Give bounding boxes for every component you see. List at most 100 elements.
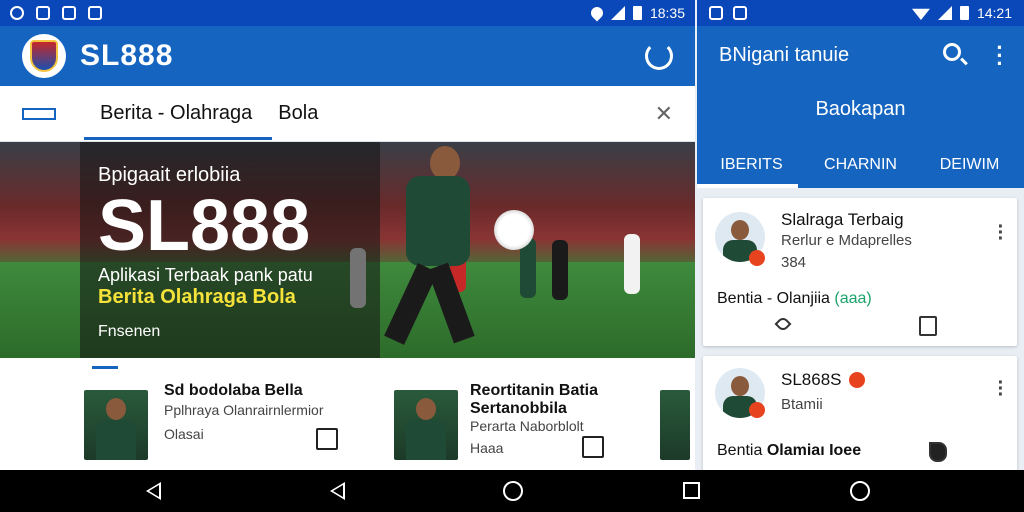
status-time: 14:21 bbox=[976, 5, 1012, 21]
status-bar: 18:35 bbox=[0, 0, 695, 26]
notification-icon bbox=[36, 6, 50, 20]
notification-icon bbox=[709, 6, 723, 20]
post-footer-tag: Olamiaı Ioee bbox=[766, 442, 862, 459]
post-footer: Bentia Olamiaı Ioee bbox=[717, 442, 861, 460]
player-head bbox=[430, 146, 460, 180]
tab-bola[interactable]: Bola bbox=[278, 102, 318, 125]
player-torso bbox=[406, 176, 470, 266]
post-subtitle: Btamii bbox=[781, 396, 823, 413]
section-title: BNigani tanuie bbox=[719, 44, 850, 66]
hero-subtitle: Bpigaait erlobiia bbox=[98, 164, 241, 186]
notification-icon bbox=[88, 6, 102, 20]
comment-icon[interactable] bbox=[316, 428, 338, 450]
post-meta: 384 bbox=[781, 254, 807, 271]
club-badge-icon bbox=[749, 402, 765, 418]
menu-icon[interactable] bbox=[22, 107, 56, 120]
news-thumbnail bbox=[84, 390, 148, 460]
screen: 18:35 SL888 Berita - Olahraga Bola ✕ Bpi… bbox=[0, 0, 1024, 512]
battery-icon bbox=[959, 6, 969, 20]
news-meta: Olasai bbox=[164, 426, 204, 442]
app-bar: SL888 bbox=[0, 26, 695, 86]
category-tabs: Berita - Olahraga Bola ✕ bbox=[0, 86, 695, 142]
post-footer-text: Bentia bbox=[717, 442, 763, 459]
news-title: Sd bodolaba Bella bbox=[164, 382, 303, 399]
news-subtitle: Pplhraya Olanrairnlermior bbox=[164, 402, 324, 418]
share-icon[interactable] bbox=[919, 316, 937, 336]
section-subtitle: Baokapan bbox=[815, 98, 906, 120]
app-title: SL888 bbox=[80, 39, 174, 72]
more-icon[interactable]: · · · bbox=[997, 373, 1005, 405]
post-card[interactable]: SL868S Btamii · · · Bentia Olamiaı Ioee bbox=[703, 356, 1017, 470]
back-icon[interactable] bbox=[146, 482, 161, 500]
tab-berita-olahraga[interactable]: Berita - Olahraga bbox=[100, 102, 252, 125]
battery-icon bbox=[632, 6, 642, 20]
news-subtitle: Perarta Naborblolt bbox=[470, 418, 584, 434]
location-icon bbox=[588, 4, 606, 22]
background-player bbox=[552, 240, 568, 300]
hero-description: Aplikasi Terbaak pank patu bbox=[98, 265, 313, 285]
hero-overlay: Bpigaait erlobiia SL888 Aplikasi Terbaak… bbox=[80, 142, 380, 358]
active-tab-indicator bbox=[84, 137, 272, 140]
message-icon[interactable] bbox=[929, 442, 947, 462]
back-icon[interactable] bbox=[330, 482, 345, 500]
search-icon[interactable] bbox=[943, 43, 961, 61]
notification-icon bbox=[10, 6, 24, 20]
news-thumbnail-partial[interactable] bbox=[660, 390, 690, 460]
thumb-face bbox=[416, 398, 436, 420]
home-icon[interactable] bbox=[850, 481, 870, 501]
status-right: 14:21 bbox=[911, 5, 1012, 21]
verified-badge-icon bbox=[849, 372, 865, 388]
news-meta: Haaa bbox=[470, 440, 504, 456]
home-icon[interactable] bbox=[503, 481, 523, 501]
hero-title: SL888 bbox=[98, 186, 311, 266]
club-badge-icon bbox=[749, 250, 765, 266]
post-footer-tag: (aaa) bbox=[834, 290, 872, 307]
status-bar: 14:21 bbox=[697, 0, 1024, 26]
active-tab-indicator bbox=[697, 184, 798, 188]
refresh-icon[interactable] bbox=[645, 42, 673, 70]
news-title-line2: Sertanobbila bbox=[470, 400, 567, 417]
post-footer: Bentia - Olanjiia (aaa) bbox=[717, 290, 872, 308]
tab-iberits[interactable]: IBERITS bbox=[697, 150, 806, 188]
wifi-icon bbox=[911, 8, 930, 20]
message-icon[interactable] bbox=[582, 436, 604, 458]
carousel-indicator bbox=[92, 366, 118, 369]
post-card[interactable]: Slalraga Terbaig Rerlur e Mdaprelles 384… bbox=[703, 198, 1017, 346]
right-pane: 14:21 BNigani tanuie · · · Baokapan IBERIT… bbox=[697, 0, 1024, 470]
news-list: Sd bodolaba Bella Pplhraya Olanrairnlerm… bbox=[0, 366, 695, 470]
status-time: 18:35 bbox=[649, 5, 685, 21]
post-title: SL868S bbox=[781, 370, 842, 389]
news-title: Reortitanin Batia bbox=[470, 382, 599, 399]
tab-deiwim[interactable]: DEIWIM bbox=[915, 150, 1024, 188]
post-footer-text: Bentia - Olanjiia bbox=[717, 290, 830, 307]
like-icon[interactable] bbox=[774, 315, 792, 333]
background-player bbox=[624, 234, 640, 294]
signal-icon bbox=[937, 6, 952, 20]
more-icon[interactable]: · · · bbox=[995, 37, 1005, 75]
post-subtitle: Rerlur e Mdaprelles bbox=[781, 232, 912, 249]
news-thumbnail bbox=[394, 390, 458, 460]
system-nav-bar bbox=[0, 470, 1024, 512]
hero-banner[interactable]: Bpigaait erlobiia SL888 Aplikasi Terbaak… bbox=[0, 142, 695, 358]
thumb-face bbox=[106, 398, 126, 420]
avatar-face bbox=[731, 220, 749, 240]
post-title: Slalraga Terbaig bbox=[781, 210, 904, 229]
tab-charnin[interactable]: CHARNIN bbox=[806, 150, 915, 188]
section-tabs: IBERITS CHARNIN DEIWIM bbox=[697, 150, 1024, 188]
player-leg bbox=[427, 262, 475, 344]
status-right: 18:35 bbox=[588, 4, 685, 22]
close-icon[interactable]: ✕ bbox=[655, 101, 673, 127]
section-header: BNigani tanuie · · · Baokapan IBERITS CHAR… bbox=[697, 26, 1024, 188]
notification-icon bbox=[62, 6, 76, 20]
thumb-shirt bbox=[406, 420, 446, 460]
hero-highlight: Berita Olahraga Bola bbox=[98, 286, 296, 308]
more-icon[interactable]: · · · bbox=[997, 217, 1005, 249]
football-icon bbox=[494, 210, 534, 250]
shield-icon bbox=[30, 40, 58, 72]
left-pane: 18:35 SL888 Berita - Olahraga Bola ✕ Bpi… bbox=[0, 0, 695, 470]
app-logo bbox=[22, 34, 66, 78]
thumb-shirt bbox=[96, 420, 136, 460]
hero-link[interactable]: Fnsenen bbox=[98, 323, 362, 341]
recents-icon[interactable] bbox=[683, 482, 700, 499]
signal-icon bbox=[610, 6, 625, 20]
